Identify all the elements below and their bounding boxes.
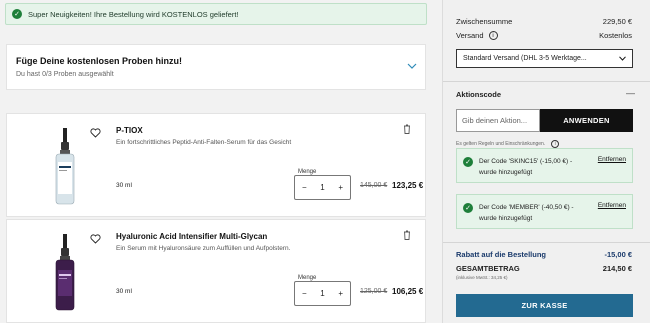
checkout-button[interactable]: ZUR KASSE bbox=[456, 294, 633, 317]
subtotal-label: Zwischensumme bbox=[456, 17, 513, 26]
subtotal-row: Zwischensumme 229,50 € bbox=[456, 17, 632, 26]
shipping-row: Versand i Kostenlos bbox=[456, 31, 632, 40]
product-size: 30 ml bbox=[116, 182, 132, 189]
trash-icon[interactable] bbox=[403, 230, 411, 240]
product-name[interactable]: P-TIOX bbox=[116, 126, 143, 135]
collapse-minus-icon[interactable]: — bbox=[626, 88, 635, 98]
total-label: GESAMTBETRAG bbox=[456, 264, 520, 273]
divider bbox=[443, 242, 650, 243]
sale-price: 123,25 € bbox=[392, 181, 424, 190]
samples-title: Füge Deine kostenlosen Proben hinzu! bbox=[16, 56, 183, 66]
product-description: Ein Serum mit Hyaluronsäure zum Auffülle… bbox=[116, 245, 291, 252]
increase-button[interactable]: + bbox=[338, 183, 343, 192]
wishlist-heart-icon[interactable] bbox=[90, 128, 101, 138]
info-icon[interactable]: i bbox=[551, 140, 560, 148]
chevron-down-icon[interactable] bbox=[407, 62, 417, 70]
quantity-value: 1 bbox=[320, 289, 325, 298]
info-icon[interactable]: i bbox=[488, 31, 498, 40]
discount-label: Rabatt auf die Bestellung bbox=[456, 250, 547, 259]
free-samples-accordion[interactable]: Füge Deine kostenlosen Proben hinzu! Du … bbox=[6, 44, 426, 90]
product-description: Ein fortschrittliches Peptid-Anti-Falten… bbox=[116, 139, 292, 146]
remove-coupon-link[interactable]: Entfernen bbox=[598, 156, 626, 163]
rules-text: Es gelten Regeln und Einschränkungen. bbox=[456, 141, 546, 147]
shipping-value: Kostenlos bbox=[599, 31, 632, 40]
coupon-message: Der Code 'SKINC15' (-15,00 €) - bbox=[479, 158, 573, 165]
quantity-label: Menge bbox=[296, 275, 319, 281]
product-image bbox=[55, 234, 75, 311]
total-value: 214,50 € bbox=[602, 264, 632, 273]
wishlist-heart-icon[interactable] bbox=[90, 234, 101, 244]
check-circle-icon: ✓ bbox=[463, 157, 473, 167]
total-row: GESAMTBETRAG 214,50 € bbox=[456, 264, 632, 273]
quantity-stepper: − 1 + bbox=[294, 175, 351, 200]
vat-note: (inklusive MwSt.: 34,25 €) bbox=[456, 275, 508, 280]
increase-button[interactable]: + bbox=[338, 289, 343, 298]
cart-item: P-TIOX Ein fortschrittliches Peptid-Anti… bbox=[6, 113, 426, 217]
shipping-option: Standard Versand (DHL 3-5 Werktage... bbox=[463, 55, 587, 62]
product-image bbox=[55, 128, 75, 205]
quantity-label: Menge bbox=[296, 169, 319, 175]
discount-row: Rabatt auf die Bestellung -15,00 € bbox=[456, 250, 632, 259]
coupon-message: Der Code 'MEMBER' (-40,50 €) - bbox=[479, 204, 574, 211]
check-circle-icon: ✓ bbox=[463, 203, 473, 213]
subtotal-value: 229,50 € bbox=[602, 17, 632, 26]
quantity-stepper: − 1 + bbox=[294, 281, 351, 306]
product-size: 30 ml bbox=[116, 288, 132, 295]
coupon-rules: Es gelten Regeln und Einschränkungen. i bbox=[456, 140, 560, 148]
coupon-message-status: wurde hinzugefügt bbox=[479, 215, 533, 223]
applied-coupon: ✓ Der Code 'SKINC15' (-15,00 €) - wurde … bbox=[456, 148, 633, 183]
free-shipping-banner: ✓ Super Neuigkeiten! Ihre Bestellung wir… bbox=[5, 3, 427, 25]
sale-price: 106,25 € bbox=[392, 287, 424, 296]
cart-item: Hyaluronic Acid Intensifier Multi-Glycan… bbox=[6, 219, 426, 323]
applied-coupon: ✓ Der Code 'MEMBER' (-40,50 €) - wurde h… bbox=[456, 194, 633, 229]
coupon-section-title: Aktionscode bbox=[456, 90, 502, 99]
order-summary: Zwischensumme 229,50 € Versand i Kostenl… bbox=[442, 0, 650, 323]
divider bbox=[443, 81, 650, 82]
remove-coupon-link[interactable]: Entfernen bbox=[598, 202, 626, 209]
shipping-label: Versand bbox=[456, 31, 484, 40]
decrease-button[interactable]: − bbox=[302, 183, 307, 192]
shipping-method-select[interactable]: Standard Versand (DHL 3-5 Werktage... bbox=[456, 49, 633, 68]
cart-panel: ✓ Super Neuigkeiten! Ihre Bestellung wir… bbox=[0, 0, 442, 323]
original-price: 125,00 € bbox=[360, 288, 388, 295]
coupon-input[interactable]: Gib deinen Aktion... bbox=[456, 109, 540, 132]
decrease-button[interactable]: − bbox=[302, 289, 307, 298]
samples-subtitle: Du hast 0/3 Proben ausgewählt bbox=[16, 71, 114, 78]
coupon-message-status: wurde hinzugefügt bbox=[479, 169, 533, 177]
chevron-down-icon bbox=[619, 56, 626, 61]
apply-coupon-button[interactable]: ANWENDEN bbox=[540, 109, 633, 132]
product-name[interactable]: Hyaluronic Acid Intensifier Multi-Glycan bbox=[116, 232, 267, 241]
original-price: 145,00 € bbox=[360, 182, 388, 189]
check-circle-icon: ✓ bbox=[12, 9, 22, 19]
quantity-value: 1 bbox=[320, 183, 325, 192]
discount-value: -15,00 € bbox=[604, 250, 632, 259]
trash-icon[interactable] bbox=[403, 124, 411, 134]
banner-text: Super Neuigkeiten! Ihre Bestellung wird … bbox=[28, 9, 239, 19]
